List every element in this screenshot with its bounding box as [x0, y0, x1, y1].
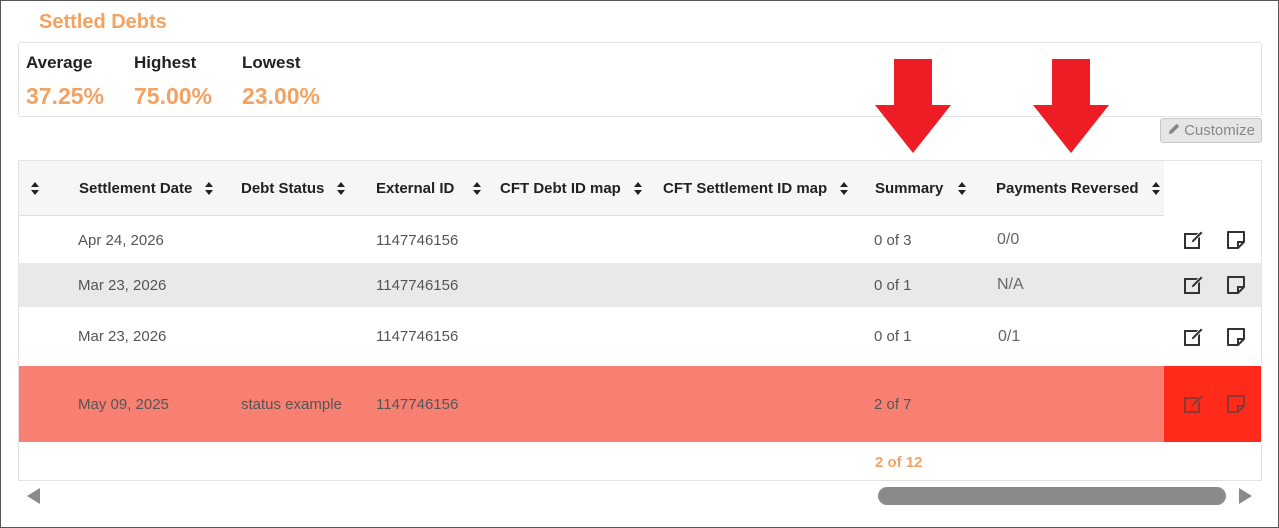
cell-external-id: 1147746156	[376, 395, 459, 413]
column-header-summary[interactable]: Summary	[875, 161, 967, 216]
row-actions	[1164, 263, 1261, 307]
cell-summary: 0 of 1	[874, 328, 912, 345]
customize-button[interactable]: Customize	[1160, 118, 1262, 143]
debts-table: Settlement Date Debt Status External ID …	[18, 160, 1262, 481]
cell-summary: 0 of 1	[874, 276, 912, 294]
header-label: CFT Debt ID map	[500, 180, 621, 197]
column-header-select[interactable]	[31, 161, 40, 216]
column-header-debt-status[interactable]: Debt Status	[241, 161, 346, 216]
sort-icon	[1151, 181, 1161, 196]
sort-icon	[633, 181, 643, 196]
row-actions	[1164, 366, 1261, 442]
stat-label: Highest	[134, 53, 197, 72]
scrollbar-thumb[interactable]	[878, 487, 1226, 505]
table-row-highlighted[interactable]: May 09, 2025 status example 1147746156 2…	[19, 366, 1261, 442]
header-label: Summary	[875, 180, 944, 197]
cell-debt-status: status example	[241, 395, 342, 413]
sort-icon	[31, 181, 40, 196]
edit-icon[interactable]	[1183, 326, 1205, 348]
cell-settlement-date: May 09, 2025	[78, 395, 169, 413]
table-row[interactable]: Mar 23, 2026 1147746156 0 of 1 0/1	[19, 307, 1261, 366]
column-header-cft-debt-id-map[interactable]: CFT Debt ID map	[500, 161, 643, 216]
sort-icon	[337, 181, 346, 196]
section-title: Settled Debts	[39, 11, 167, 33]
annotation-arrow-summary	[875, 59, 951, 153]
cell-external-id: 1147746156	[376, 276, 459, 294]
cell-summary: 0 of 3	[874, 231, 912, 249]
column-header-payments-reversed[interactable]: Payments Reversed	[996, 161, 1161, 216]
row-actions	[1164, 217, 1261, 263]
cell-payments-reversed: N/A	[997, 276, 1024, 293]
horizontal-scrollbar[interactable]	[18, 484, 1262, 508]
note-icon[interactable]	[1225, 229, 1247, 251]
edit-icon[interactable]	[1183, 274, 1205, 296]
sort-icon	[840, 181, 849, 196]
scroll-left-arrow-icon[interactable]	[27, 488, 40, 504]
stat-label: Average	[26, 53, 93, 72]
header-label: Settlement Date	[79, 180, 193, 197]
header-label: Debt Status	[241, 180, 325, 197]
table-row[interactable]: Apr 24, 2026 1147746156 0 of 3 0/0	[19, 217, 1261, 263]
cell-settlement-date: Apr 24, 2026	[78, 231, 164, 249]
cell-summary: 2 of 7	[874, 395, 912, 413]
table-row[interactable]: Mar 23, 2026 1147746156 0 of 1 N/A	[19, 263, 1261, 307]
header-label: Payments Reversed	[996, 180, 1139, 197]
sort-icon	[958, 181, 967, 196]
row-actions	[1164, 307, 1261, 366]
pencil-icon	[1167, 122, 1181, 140]
customize-label: Customize	[1184, 122, 1255, 139]
note-icon[interactable]	[1225, 274, 1247, 296]
note-icon[interactable]	[1225, 393, 1247, 415]
header-label: CFT Settlement ID map	[663, 180, 828, 197]
header-label: External ID	[376, 180, 455, 197]
stat-value: 37.25%	[26, 83, 105, 109]
cell-external-id: 1147746156	[376, 231, 459, 249]
annotation-arrow-payments-reversed	[1033, 59, 1109, 153]
scroll-right-arrow-icon[interactable]	[1239, 488, 1252, 504]
stat-value: 75.00%	[134, 83, 213, 109]
column-header-settlement-date[interactable]: Settlement Date	[79, 161, 214, 216]
column-header-external-id[interactable]: External ID	[376, 161, 482, 216]
sort-icon	[473, 181, 482, 196]
summary-total: 2 of 12	[875, 454, 923, 471]
cell-settlement-date: Mar 23, 2026	[78, 328, 167, 345]
edit-icon[interactable]	[1183, 229, 1205, 251]
stat-value: 23.00%	[242, 83, 321, 109]
cell-external-id: 1147746156	[376, 328, 459, 345]
note-icon[interactable]	[1225, 326, 1247, 348]
cell-settlement-date: Mar 23, 2026	[78, 276, 167, 294]
stat-label: Lowest	[242, 53, 301, 72]
column-header-cft-settlement-id-map[interactable]: CFT Settlement ID map	[663, 161, 849, 216]
table-header: Settlement Date Debt Status External ID …	[19, 161, 1164, 216]
sort-icon	[205, 181, 214, 196]
edit-icon[interactable]	[1183, 393, 1205, 415]
cell-payments-reversed: 0/0	[997, 231, 1020, 248]
cell-payments-reversed: 0/1	[998, 327, 1021, 345]
